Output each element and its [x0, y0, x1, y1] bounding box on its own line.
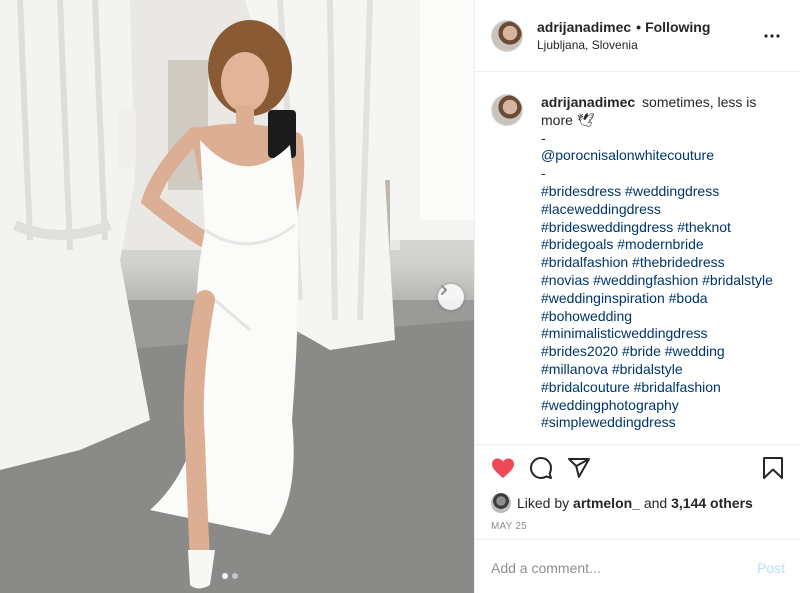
likes-connector: and [643, 495, 668, 511]
author-info: adrijanadimec • Following Ljubljana, Slo… [537, 19, 760, 52]
caption-username[interactable]: adrijanadimec [541, 94, 635, 110]
hashtag-line[interactable]: #millanova #bridalstyle [541, 361, 781, 379]
hashtag-line[interactable]: #weddingphotography [541, 397, 781, 415]
comment-input[interactable] [491, 559, 757, 576]
likes-summary: Liked by artmelon_ and 3,144 others [475, 491, 800, 515]
carousel-dot-2 [232, 573, 238, 579]
header-separator: • [636, 19, 642, 35]
post-actions-section: Liked by artmelon_ and 3,144 others MAY … [475, 444, 800, 593]
caption-author-avatar[interactable] [491, 94, 523, 126]
hashtag-line[interactable]: #bohowedding [541, 308, 781, 326]
hashtag-line[interactable]: #bridalfashion #thebridedress [541, 254, 781, 272]
post-date[interactable]: MAY 25 [475, 515, 800, 532]
more-options-icon[interactable] [760, 24, 784, 48]
caption-text: adrijanadimec sometimes, less is more 🕊 … [541, 94, 781, 444]
bridal-photo-illustration [0, 0, 474, 593]
hashtag-line[interactable]: #novias #weddingfashion #bridalstyle [541, 272, 781, 290]
hashtag-line[interactable]: #bridalcouture #bridalfashion [541, 379, 781, 397]
hashtag-line[interactable]: #bridesdress #weddingdress [541, 183, 781, 201]
caption-line: - [541, 129, 546, 146]
post-photo[interactable] [0, 0, 474, 593]
hashtag-line[interactable]: #weddinginspiration #boda [541, 290, 781, 308]
caption-section: adrijanadimec sometimes, less is more 🕊 … [475, 72, 800, 444]
post-detail-panel: adrijanadimec • Following Ljubljana, Slo… [474, 0, 800, 593]
action-bar [475, 445, 800, 491]
mention-link[interactable]: @porocnisalonwhitecouture [541, 147, 781, 165]
comment-box: Post [475, 539, 800, 593]
carousel-next-button[interactable] [438, 284, 464, 310]
post-header: adrijanadimec • Following Ljubljana, Slo… [475, 0, 800, 72]
hashtag-line[interactable]: #laceweddingdress [541, 201, 781, 219]
post-comment-button[interactable]: Post [757, 560, 785, 576]
hashtag-line[interactable]: #brides2020 #bride #wedding [541, 343, 781, 361]
heart-filled-icon[interactable] [489, 454, 517, 482]
author-avatar[interactable] [491, 19, 523, 52]
comment-icon[interactable] [527, 454, 555, 482]
share-icon[interactable] [565, 454, 593, 482]
bookmark-icon[interactable] [759, 454, 787, 482]
author-username[interactable]: adrijanadimec [537, 19, 631, 35]
liker-username[interactable]: artmelon_ [573, 495, 640, 511]
location-link[interactable]: Ljubljana, Slovenia [537, 38, 760, 52]
hashtag-line[interactable]: #minimalisticweddingdress [541, 325, 781, 343]
likes-count-link[interactable]: 3,144 others [671, 495, 753, 511]
hashtag-line[interactable]: #bridegoals #modernbride [541, 236, 781, 254]
carousel-dot-1 [222, 573, 228, 579]
hashtag-line[interactable]: #simpleweddingdress [541, 414, 781, 432]
carousel-indicator [222, 573, 238, 579]
liker-avatar[interactable] [491, 493, 511, 513]
following-button[interactable]: Following [645, 19, 710, 35]
likes-prefix: Liked by [517, 495, 570, 511]
caption-line: - [541, 165, 546, 182]
hashtag-line[interactable]: #bridesweddingdress #theknot [541, 219, 781, 237]
